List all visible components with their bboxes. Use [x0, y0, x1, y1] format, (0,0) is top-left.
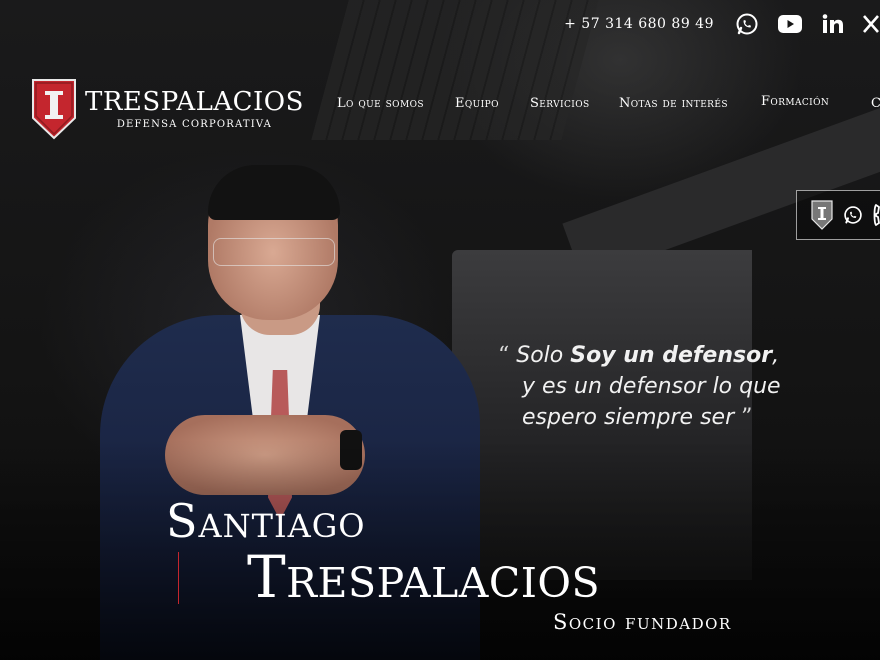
floating-contact-box	[796, 190, 880, 240]
nav-item-notas-de-interes[interactable]: Notas de interés	[619, 96, 728, 111]
quote-line-1-post: ,	[772, 343, 780, 368]
quote-close-mark: ”	[741, 405, 753, 430]
nav-item-contacto[interactable]: C	[871, 96, 880, 111]
quote-line-3-text: espero siempre ser	[522, 405, 735, 430]
quote-line-1: “ Solo Soy un defensor,	[498, 340, 781, 371]
site-logo[interactable]: TRESPALACIOS DEFENSA CORPORATIVA	[31, 78, 304, 140]
founder-role: Socio fundador	[553, 610, 732, 634]
shield-logo-icon	[32, 79, 76, 140]
accent-divider	[178, 552, 179, 604]
keyboard-shape	[311, 0, 599, 140]
linkedin-icon[interactable]	[820, 11, 846, 37]
trespalacios-shield-icon[interactable]	[811, 200, 833, 230]
hair	[208, 165, 340, 220]
glasses	[213, 238, 335, 266]
quote-open-mark: “	[498, 343, 510, 368]
whatsapp-icon[interactable]	[734, 11, 760, 37]
logo-wordmark: TRESPALACIOS DEFENSA CORPORATIVA	[85, 89, 304, 130]
phone-number[interactable]: + 57 314 680 89 49	[564, 16, 714, 32]
founder-last-name: Trespalacios	[247, 543, 601, 611]
nav-item-servicios[interactable]: Servicios	[530, 96, 590, 111]
x-icon[interactable]	[862, 11, 880, 37]
quote-line-2: y es un defensor lo que	[522, 374, 781, 399]
hero-quote: “ Solo Soy un defensor, y es un defensor…	[498, 340, 781, 433]
phone-icon[interactable]	[873, 203, 880, 227]
whatsapp-icon[interactable]	[843, 205, 863, 225]
nav-item-lo-que-somos[interactable]: Lo que somos	[337, 96, 424, 111]
youtube-icon[interactable]	[776, 11, 804, 37]
quote-line-3: espero siempre ser ”	[498, 402, 781, 433]
nav-item-formacion[interactable]: Formación	[761, 94, 829, 109]
founder-first-name: Santiago	[166, 494, 366, 548]
logo-name: TRESPALACIOS	[85, 86, 304, 117]
quote-bold: Soy un defensor	[570, 343, 773, 368]
logo-subtitle: DEFENSA CORPORATIVA	[116, 118, 273, 130]
quote-line-1-pre: Solo	[516, 343, 571, 368]
top-contact-bar: + 57 314 680 89 49	[564, 8, 880, 40]
nav-item-equipo[interactable]: Equipo	[455, 96, 499, 111]
